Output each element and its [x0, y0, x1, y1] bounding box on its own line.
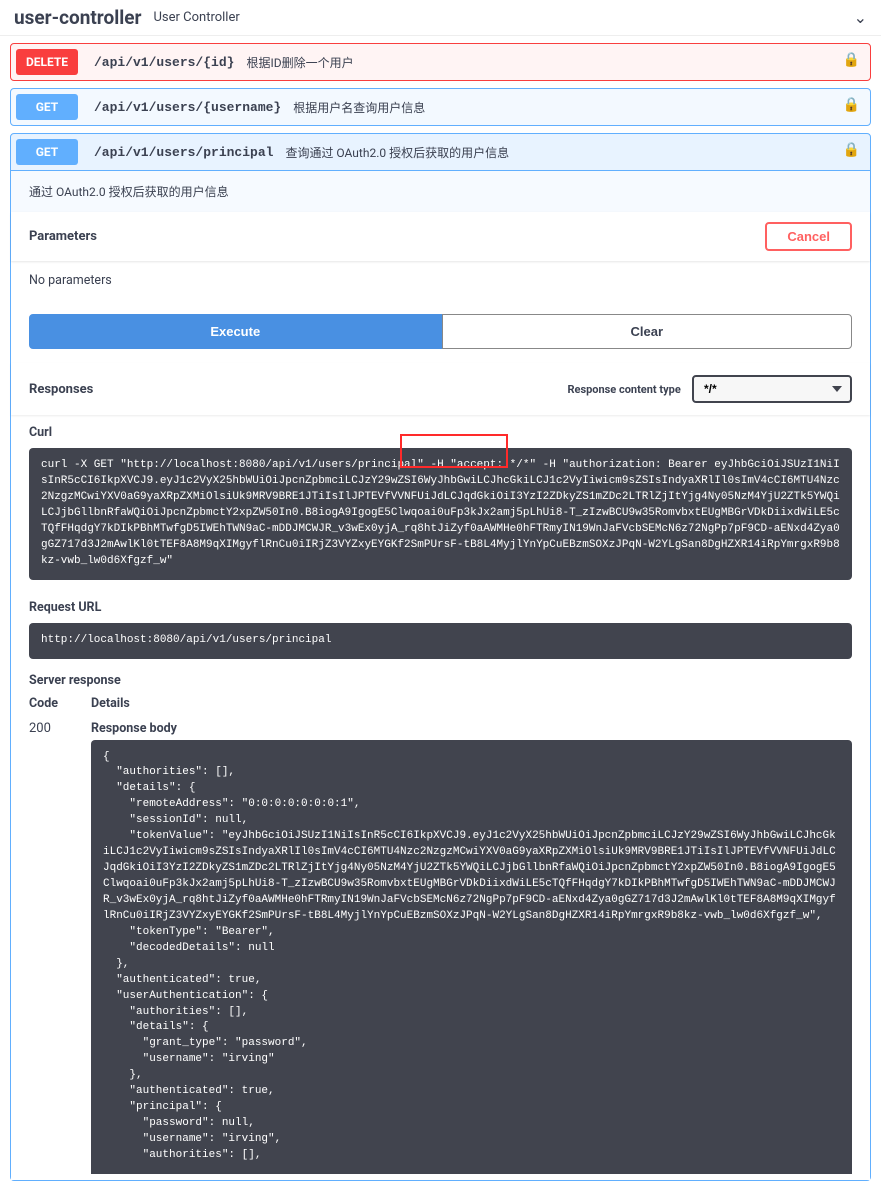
- content-type-select[interactable]: */*: [692, 375, 852, 403]
- op-note: 通过 OAuth2.0 授权后获取的用户信息: [11, 171, 870, 212]
- responses-header: Responses Response content type */*: [11, 363, 870, 415]
- op-desc: 查询通过 OAuth2.0 授权后获取的用户信息: [285, 144, 509, 161]
- response-body: { "authorities": [], "details": { "remot…: [91, 740, 852, 1174]
- clear-button[interactable]: Clear: [442, 314, 853, 349]
- lock-icon[interactable]: 🔒: [843, 52, 860, 68]
- opblock-get-users-username[interactable]: GET /api/v1/users/{username} 根据用户名查询用户信息…: [10, 88, 871, 126]
- curl-label: Curl: [11, 415, 870, 444]
- lock-icon[interactable]: 🔒: [843, 97, 860, 113]
- curl-command: curl -X GET "http://localhost:8080/api/v…: [29, 448, 852, 580]
- cancel-button[interactable]: Cancel: [765, 222, 852, 251]
- op-summary[interactable]: GET /api/v1/users/principal 查询通过 OAuth2.…: [11, 134, 870, 170]
- opblock-delete-users-id[interactable]: DELETE /api/v1/users/{id} 根据ID删除一个用户 🔒: [10, 43, 871, 81]
- parameters-header: Parameters Cancel: [11, 212, 870, 261]
- op-desc: 根据ID删除一个用户: [246, 54, 353, 71]
- request-url-value: http://localhost:8080/api/v1/users/princ…: [29, 623, 852, 659]
- col-details-header: Details: [91, 696, 852, 711]
- tag-desc: User Controller: [153, 10, 239, 25]
- request-url-label: Request URL: [11, 590, 870, 619]
- method-badge: GET: [16, 139, 78, 165]
- parameters-title: Parameters: [29, 229, 97, 244]
- response-body-label: Response body: [91, 721, 852, 736]
- content-type-label: Response content type: [567, 383, 680, 396]
- tag-name: user-controller: [14, 6, 141, 29]
- op-path: /api/v1/users/{id}: [86, 55, 242, 70]
- op-path: /api/v1/users/principal: [86, 145, 281, 160]
- response-code: 200: [29, 721, 91, 1174]
- tag-header[interactable]: user-controller User Controller ⌄: [0, 0, 881, 36]
- server-response-label: Server response: [11, 669, 870, 696]
- method-badge: DELETE: [16, 49, 78, 75]
- chevron-down-icon: ⌄: [854, 8, 867, 27]
- lock-icon[interactable]: 🔒: [843, 142, 860, 158]
- op-desc: 根据用户名查询用户信息: [293, 99, 425, 116]
- responses-title: Responses: [29, 382, 93, 397]
- no-parameters: No parameters: [11, 261, 870, 300]
- op-path: /api/v1/users/{username}: [86, 100, 289, 115]
- opblock-get-users-principal: GET /api/v1/users/principal 查询通过 OAuth2.…: [10, 133, 871, 1181]
- col-code-header: Code: [29, 696, 91, 711]
- method-badge: GET: [16, 94, 78, 120]
- execute-button[interactable]: Execute: [29, 314, 442, 349]
